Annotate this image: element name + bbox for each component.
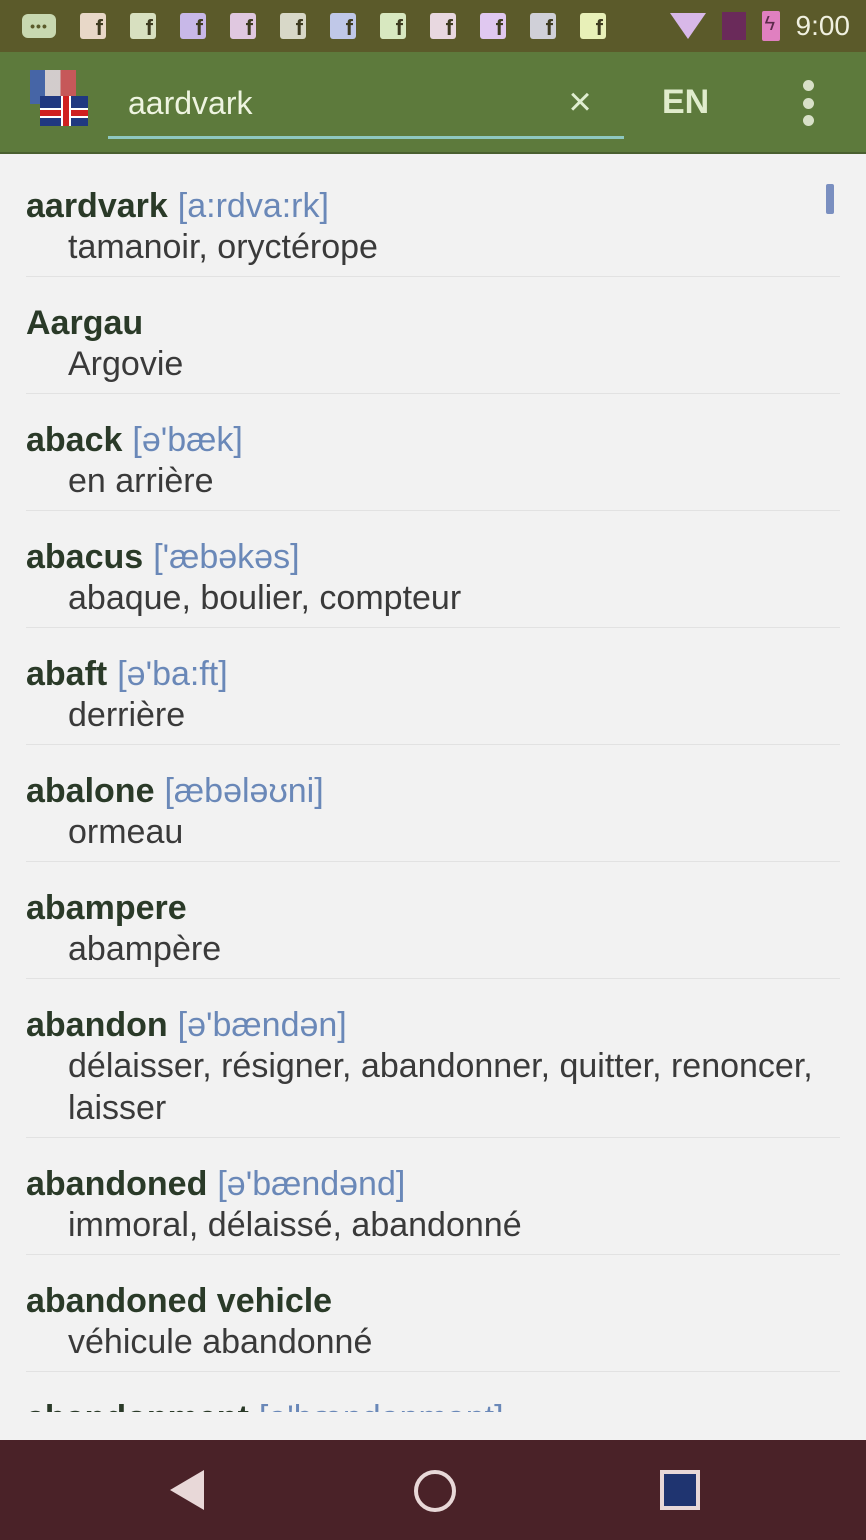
- search-input[interactable]: [110, 76, 570, 130]
- list-item[interactable]: abandoned [ə'bændənd] immoral, délaissé, a…: [26, 1138, 840, 1255]
- uk-flag-icon: [40, 96, 88, 126]
- facebook-notification-icon: f: [80, 13, 106, 39]
- list-item[interactable]: abampere abampère: [26, 862, 840, 979]
- entry-headline: abandoned vehicle: [26, 1281, 840, 1321]
- facebook-notification-icon: f: [130, 13, 156, 39]
- list-item[interactable]: abaft [ə'ba:ft] derrière: [26, 628, 840, 745]
- navigation-bar: [0, 1440, 866, 1540]
- entry-word: abacus: [26, 538, 144, 576]
- list-item[interactable]: aback [ə'bæk] en arrière: [26, 394, 840, 511]
- entry-headline: abaft [ə'ba:ft]: [26, 654, 840, 694]
- list-item[interactable]: abacus ['æbəkəs] abaque, boulier, compteur: [26, 511, 840, 628]
- entry-translation: abaque, boulier, compteur: [68, 579, 462, 617]
- entry-phonetic: [ə'ba:ft]: [117, 655, 228, 693]
- entry-translation: en arrière: [68, 462, 214, 500]
- entry-translation: abampère: [68, 930, 222, 968]
- list-item[interactable]: abandon [ə'bændən] délaisser, résigner, ab…: [26, 979, 840, 1138]
- source-language-button[interactable]: EN: [662, 80, 709, 124]
- entry-word: abalone: [26, 772, 155, 810]
- entry-phonetic: [ə'bændənd]: [217, 1165, 406, 1203]
- entry-translation: tamanoir, oryctérope: [68, 228, 378, 266]
- entry-headline: abacus ['æbəkəs]: [26, 537, 840, 577]
- signal-icon: [721, 12, 746, 40]
- facebook-notification-icon: f: [180, 13, 206, 39]
- entry-headline: abandoned [ə'bændənd]: [26, 1164, 840, 1204]
- entry-phonetic: ['æbəkəs]: [153, 538, 300, 576]
- entry-translation: ormeau: [68, 813, 184, 851]
- entry-word: aback: [26, 421, 123, 459]
- battery-charging-icon: [761, 11, 780, 41]
- clear-search-button[interactable]: ×: [558, 80, 602, 124]
- entry-phonetic: [ə'bæk]: [132, 421, 243, 459]
- entry-word: abandoned vehicle: [26, 1282, 333, 1320]
- entry-phonetic: [ə'bændənmənt]: [259, 1399, 504, 1412]
- wifi-icon: [669, 13, 706, 39]
- entry-translation: véhicule abandonné: [68, 1323, 373, 1361]
- entry-headline: aback [ə'bæk]: [26, 420, 840, 460]
- entry-translation: Argovie: [68, 345, 184, 383]
- list-item[interactable]: aardvark [a:rdva:rk] tamanoir, oryctérope: [26, 160, 840, 277]
- home-button[interactable]: [414, 1470, 456, 1512]
- back-button[interactable]: [170, 1470, 204, 1510]
- entry-headline: Aargau: [26, 303, 840, 343]
- dictionary-list[interactable]: aardvark [a:rdva:rk] tamanoir, oryctérope A…: [0, 160, 866, 1412]
- entry-headline: abandonment [ə'bændənmənt]: [26, 1398, 840, 1412]
- entry-headline: abampere: [26, 888, 840, 928]
- facebook-notification-icon: f: [530, 13, 556, 39]
- entry-headline: abandon [ə'bændən]: [26, 1005, 840, 1045]
- facebook-notification-icon: f: [580, 13, 606, 39]
- facebook-notification-icon: f: [280, 13, 306, 39]
- list-item[interactable]: abandonment[ə'bændənmənt]abandonnement, …: [26, 1372, 840, 1412]
- list-item[interactable]: abandoned vehicle véhicule abandonné: [26, 1255, 840, 1372]
- entry-word: abandoned: [26, 1165, 208, 1203]
- app-toolbar: × EN: [0, 52, 866, 154]
- entry-word: abandon: [26, 1006, 168, 1044]
- entry-translation: délaisser, résigner, abandonner, quitter…: [68, 1047, 813, 1127]
- search-underline: [108, 136, 624, 139]
- recent-apps-button[interactable]: [660, 1470, 700, 1510]
- overflow-menu-icon[interactable]: [798, 80, 818, 126]
- entry-word: Aargau: [26, 304, 144, 342]
- entry-word: abandonment: [26, 1399, 249, 1412]
- status-bar: ••• f f f f f f f f f f f 9:00: [0, 0, 866, 52]
- entry-headline: abalone [æbələʊni]: [26, 771, 840, 811]
- message-notification-icon: •••: [22, 14, 56, 38]
- entry-word: abampere: [26, 889, 187, 927]
- entry-phonetic: [a:rdva:rk]: [177, 187, 329, 225]
- scrollbar[interactable]: [826, 184, 834, 214]
- entry-phonetic: [ə'bændən]: [177, 1006, 347, 1044]
- facebook-notification-icon: f: [480, 13, 506, 39]
- entry-translation: derrière: [68, 696, 186, 734]
- list-item[interactable]: Aargau Argovie: [26, 277, 840, 394]
- entry-headline: aardvark [a:rdva:rk]: [26, 186, 840, 226]
- entry-phonetic: [æbələʊni]: [164, 772, 324, 810]
- list-item[interactable]: abalone [æbələʊni] ormeau: [26, 745, 840, 862]
- entry-translation: immoral, délaissé, abandonné: [68, 1206, 522, 1244]
- entry-word: abaft: [26, 655, 108, 693]
- facebook-notification-icon: f: [380, 13, 406, 39]
- facebook-notification-icon: f: [230, 13, 256, 39]
- facebook-notification-icon: f: [330, 13, 356, 39]
- entry-word: aardvark: [26, 187, 168, 225]
- clock: 9:00: [795, 10, 851, 41]
- facebook-notification-icon: f: [430, 13, 456, 39]
